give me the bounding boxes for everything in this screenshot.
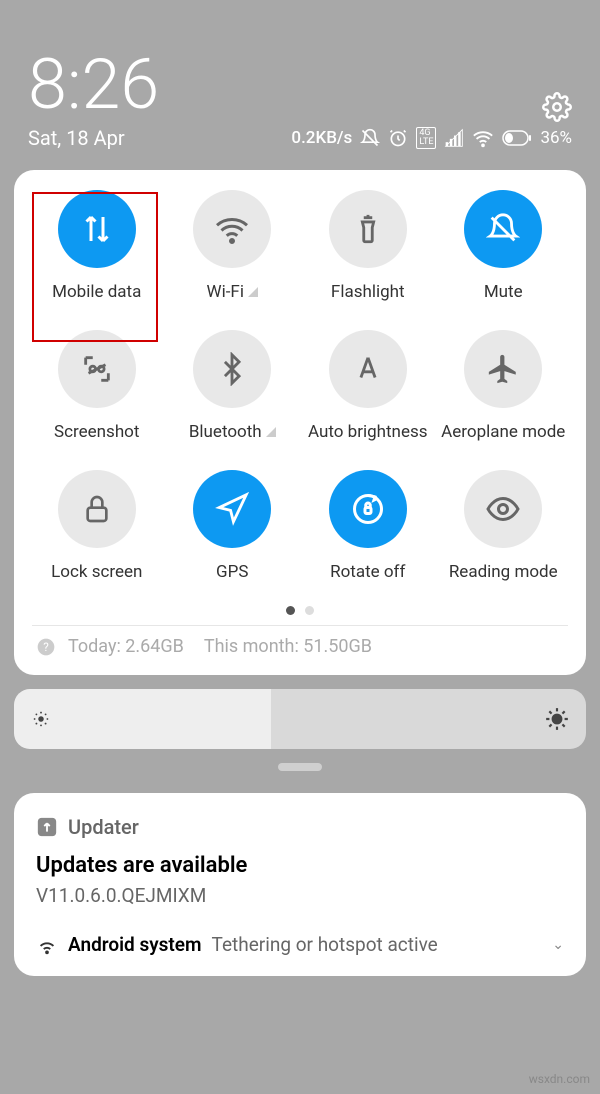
auto-brightness-icon [329,330,407,408]
data-usage-row[interactable]: ? Today: 2.64GB This month: 51.50GB [28,626,572,659]
notif-body: V11.0.6.0.QEJMIXM [36,884,564,907]
tile-rotate-off[interactable]: Rotate off [303,470,433,582]
tile-wifi[interactable]: Wi-Fi [168,190,298,302]
tile-gps[interactable]: GPS [168,470,298,582]
tile-label: Auto brightness [308,422,428,442]
tile-label: Mobile data [52,282,141,302]
tile-label: Wi-Fi [207,282,258,302]
updater-app-icon [36,816,58,838]
bluetooth-icon [193,330,271,408]
tile-mute[interactable]: Mute [439,190,569,302]
tile-screenshot[interactable]: Screenshot [32,330,162,442]
lock-icon [58,470,136,548]
mute-icon [464,190,542,268]
settings-button[interactable] [542,92,572,126]
battery-icon [502,130,532,146]
dnd-icon [360,128,380,148]
screenshot-icon [58,330,136,408]
alarm-icon [388,128,408,148]
wifi-status-icon [472,127,494,149]
mobile-data-icon [58,190,136,268]
rotate-lock-icon [329,470,407,548]
month-usage: This month: 51.50GB [204,636,372,657]
date-label: Sat, 18 Apr [28,126,125,150]
info-icon: ? [36,637,56,657]
svg-text:?: ? [43,640,49,654]
tile-flashlight[interactable]: Flashlight [303,190,433,302]
tile-label: Screenshot [54,422,139,442]
tile-label: Flashlight [331,282,405,302]
tile-mobile-data[interactable]: Mobile data [32,190,162,302]
notif-message: Tethering or hotspot active [212,933,438,956]
tile-lock-screen[interactable]: Lock screen [32,470,162,582]
airplane-icon [464,330,542,408]
tile-auto-brightness[interactable]: Auto brightness [303,330,433,442]
tile-label: Lock screen [51,562,142,582]
notif-app-name: Updater [68,815,139,839]
quick-settings-panel: Mobile data Wi-Fi Flashlight Mute Screen [14,170,586,675]
notification-card[interactable]: Updater Updates are available V11.0.6.0.… [14,793,586,976]
tile-bluetooth[interactable]: Bluetooth [168,330,298,442]
tile-label: Reading mode [449,562,558,582]
expand-indicator [266,427,276,437]
notif-title: Updates are available [36,853,564,878]
expand-indicator [248,287,258,297]
tile-reading-mode[interactable]: Reading mode [439,470,569,582]
gps-icon [193,470,271,548]
page-dot [305,606,314,615]
volte-icon: 4GLTE [416,127,436,149]
tile-label: GPS [216,562,248,582]
tile-grid: Mobile data Wi-Fi Flashlight Mute Screen [28,190,572,582]
signal-icon [444,128,464,148]
status-icons: 0.2KB/s 4GLTE 36% [291,127,572,149]
chevron-down-icon[interactable]: ⌄ [552,937,564,953]
notif-app-header: Updater [36,815,564,839]
status-bar: 8:26 Sat, 18 Apr 0.2KB/s 4GLTE 36% [0,0,600,160]
tile-label: Bluetooth [189,422,276,442]
brightness-high-icon [544,706,570,732]
wifi-icon [193,190,271,268]
tile-label: Aeroplane mode [441,422,565,442]
eye-icon [464,470,542,548]
notification-item[interactable]: Android system Tethering or hotspot acti… [36,933,564,956]
today-usage: Today: 2.64GB [68,636,184,657]
clock-time: 8:26 [28,50,572,120]
watermark: wsxdn.com [529,1072,590,1086]
data-speed: 0.2KB/s [291,128,352,148]
wifi-hotspot-icon [36,934,58,956]
page-dot [286,606,295,615]
flashlight-icon [329,190,407,268]
battery-pct: 36% [540,128,572,148]
notif-app-name: Android system [68,933,202,956]
drag-handle[interactable] [278,763,322,771]
tile-label: Rotate off [330,562,405,582]
tile-aeroplane-mode[interactable]: Aeroplane mode [439,330,569,442]
tile-label: Mute [484,282,523,302]
brightness-fill [14,689,271,749]
page-indicator [28,606,572,615]
brightness-slider[interactable] [14,689,586,749]
brightness-low-icon [30,708,52,730]
